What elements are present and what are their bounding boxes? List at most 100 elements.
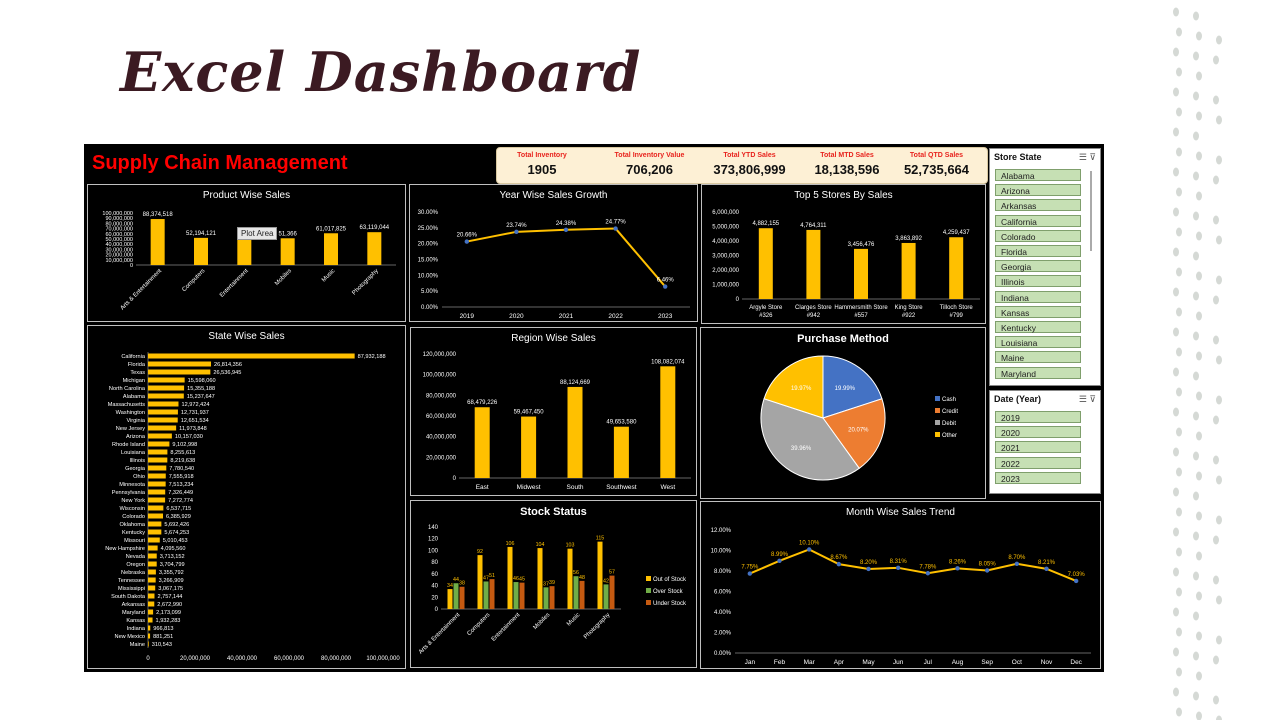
slicer-item-2020[interactable]: 2020 [995,426,1081,439]
category-label: Midwest [517,484,541,491]
legend-swatch [935,408,940,413]
stock-status-chart[interactable]: 140120100806040200344438Arts & Entertain… [411,501,696,667]
product-wise-sales-chart[interactable]: 100,000,00090,000,00080,000,00070,000,00… [88,185,405,321]
purchase-method-chart[interactable]: 19.99% 20.07% 39.96% 19.97% Cash Credit Debit O… [701,328,985,498]
kpi-total-inventory: Total Inventory 1905 [507,152,577,177]
slicer-item-georgia[interactable]: Georgia [995,260,1081,273]
data-label: 7.78% [919,564,937,570]
slicer-item-colorado[interactable]: Colorado [995,229,1081,242]
category-label: Photography [583,612,611,640]
category-label: Oklahoma [120,522,146,528]
region-wise-sales-chart[interactable]: 120,000,000 100,000,000 80,000,000 60,000,0… [411,328,696,495]
slicer-item-maine[interactable]: Maine [995,351,1081,364]
category-label: Nov [1041,659,1053,666]
decorative-dot [1196,231,1202,241]
slicer-title: Date (Year) [994,394,1042,404]
y-tick-label: 0.00% [714,651,732,657]
y-tick-label: 40,000,000 [426,435,457,441]
slicer-item-indiana[interactable]: Indiana [995,290,1081,303]
year-wise-sales-growth-chart[interactable]: 30.00% 25.00% 20.00% 15.00% 10.00% 5.00% 0.00%… [410,185,697,321]
data-label: 52,194,121 [186,231,217,237]
decorative-dot [1173,287,1179,297]
slicer-item-alabama[interactable]: Alabama [995,169,1081,181]
data-label: 39.96% [791,446,812,452]
category-label: 2020 [509,313,524,320]
data-label: 5,010,453 [163,538,188,544]
month-wise-sales-trend-chart[interactable]: 12.00% 10.00% 8.00% 6.00% 4.00% 2.00% 0.00% 7.7… [701,502,1100,668]
decorative-dot [1176,467,1182,477]
data-label: 8.21% [1038,560,1056,566]
top5-stores-chart[interactable]: 6,000,000 5,000,000 4,000,000 3,000,000 2,00… [702,185,985,323]
panel-month-wise-sales-trend: Month Wise Sales Trend 12.00% 10.00% 8.00%… [700,501,1101,669]
decorative-dot [1173,487,1179,497]
slicer-item-kansas[interactable]: Kansas [995,305,1081,318]
kpi-value: 1905 [527,162,557,177]
data-point [663,284,668,289]
category-label: Arts & Entertainment [418,612,462,656]
bar [148,561,157,567]
state-wise-sales-chart[interactable]: California 87,932,188 Florida 26,814,356 Tex… [88,326,405,668]
y-tick-label: 100,000,000 [423,373,457,379]
data-label: 26,814,356 [214,362,242,368]
category-label: South Dakota [111,594,146,600]
data-point [836,561,842,567]
dashboard-title: Supply Chain Management [92,152,348,174]
category-label: 2019 [460,313,475,320]
decorative-dot [1193,571,1199,581]
category-label: Entertainment [491,612,522,643]
slicer-item-arizona[interactable]: Arizona [995,184,1081,197]
bar [660,366,676,478]
slicer-item-2022[interactable]: 2022 [995,456,1081,469]
bar [148,353,355,359]
slicer-item-louisiana[interactable]: Louisiana [995,336,1081,349]
slicer-item-kentucky[interactable]: Kentucky [995,321,1081,333]
date-year-slicer: Date (Year) ☰ ⊽ 2019 2020 2021 2022 2023 [989,390,1101,494]
kpi-total-inventory-value: Total Inventory Value 706,206 [602,152,697,177]
category-label: West [660,484,675,491]
data-label: 15,237,647 [187,394,215,400]
decorative-dot [1196,111,1202,121]
slicer-scrollbar[interactable] [1090,171,1092,251]
kpi-strip: Total Inventory 1905 Total Inventory Val… [496,147,988,184]
slicer-item-california[interactable]: California [995,214,1081,227]
data-label: 68,479,226 [467,400,498,406]
data-point [1044,566,1049,572]
slicer-item-2021[interactable]: 2021 [995,441,1081,454]
data-label: 12,731,937 [181,410,209,416]
data-point [866,566,871,572]
slicer-item-2019[interactable]: 2019 [995,411,1081,423]
data-label: 8.70% [1008,555,1026,561]
category-label: Mobiles [533,612,552,631]
bar [519,582,525,609]
bar [148,465,167,471]
slicer-item-arkansas[interactable]: Arkansas [995,199,1081,212]
decorative-dot [1176,267,1182,277]
filter-clear-icon[interactable]: ☰ ⊽ [1079,152,1096,163]
kpi-label: Total Inventory [517,152,567,159]
data-label: 3,266,909 [159,578,184,584]
data-label: 3,067,175 [158,586,183,592]
decorative-dot [1176,187,1182,197]
data-label: 4,764,311 [800,223,827,229]
category-label: Dec [1070,659,1082,666]
data-label: 7,272,774 [168,498,193,504]
decorative-dot [1196,631,1202,641]
legend-swatch [935,432,940,437]
category-label: Jun [893,659,904,666]
bar [148,457,168,463]
data-point [1014,561,1020,567]
y-tick-label: 40 [431,584,438,590]
kpi-value: 706,206 [626,162,673,177]
bar [148,473,166,479]
panel-year-wise-sales-growth: Year Wise Sales Growth 30.00% 25.00% 20.00… [409,184,698,322]
filter-clear-icon[interactable]: ☰ ⊽ [1079,394,1096,405]
category-label: Mar [804,659,816,666]
slicer-item-maryland[interactable]: Maryland [995,366,1081,379]
slicer-item-2023[interactable]: 2023 [995,471,1081,484]
category-label: Nevada [126,554,146,560]
decorative-dot [1196,671,1202,681]
data-label: 39 [549,580,555,586]
decorative-dot [1173,407,1179,417]
slicer-item-florida[interactable]: Florida [995,245,1081,257]
slicer-item-illinois[interactable]: Illinois [995,275,1081,288]
